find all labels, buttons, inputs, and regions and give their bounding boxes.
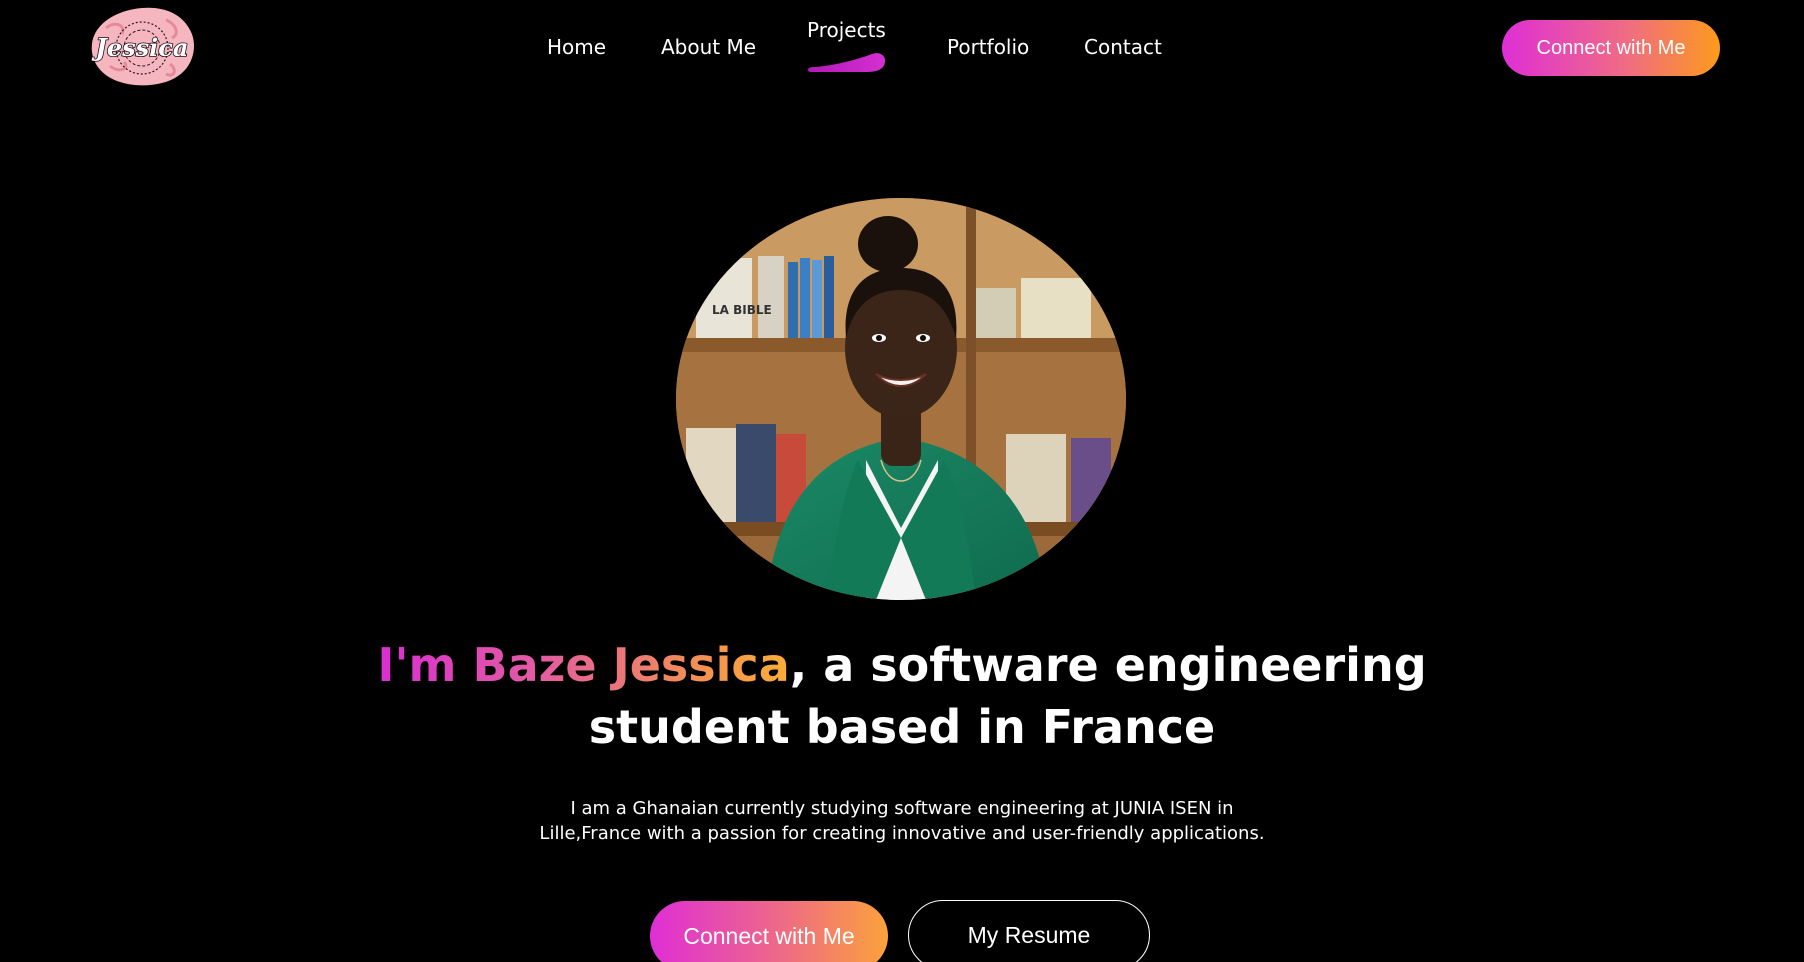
hero-intro-line1: I am a Ghanaian currently studying softw… <box>570 798 1234 819</box>
hero-headline-rest: , a software engineering <box>789 638 1427 692</box>
header-connect-button[interactable]: Connect with Me <box>1502 20 1720 76</box>
hero-headline-line2: student based in France <box>588 700 1216 754</box>
profile-photo: LA BIBLE <box>676 198 1126 600</box>
hero-headline: I'm Baze Jessica, a software engineering… <box>352 634 1452 758</box>
nav-contact[interactable]: Contact <box>1084 35 1162 59</box>
hero-connect-button[interactable]: Connect with Me <box>650 901 888 962</box>
nav-home[interactable]: Home <box>547 35 606 59</box>
nav-about-me[interactable]: About Me <box>661 35 756 59</box>
hero-intro-line2: Lille,France with a passion for creating… <box>539 823 1265 844</box>
svg-text:LA BIBLE: LA BIBLE <box>712 303 772 317</box>
nav-portfolio[interactable]: Portfolio <box>947 35 1029 59</box>
active-nav-indicator <box>808 53 886 72</box>
resume-button[interactable]: My Resume <box>908 900 1150 962</box>
nav-projects[interactable]: Projects <box>807 18 886 42</box>
hero-intro: I am a Ghanaian currently studying softw… <box>502 796 1302 846</box>
hero-name: I'm Baze Jessica <box>377 638 790 692</box>
portfolio-page: Jessica Home About Me Projects Portfolio… <box>0 0 1804 962</box>
